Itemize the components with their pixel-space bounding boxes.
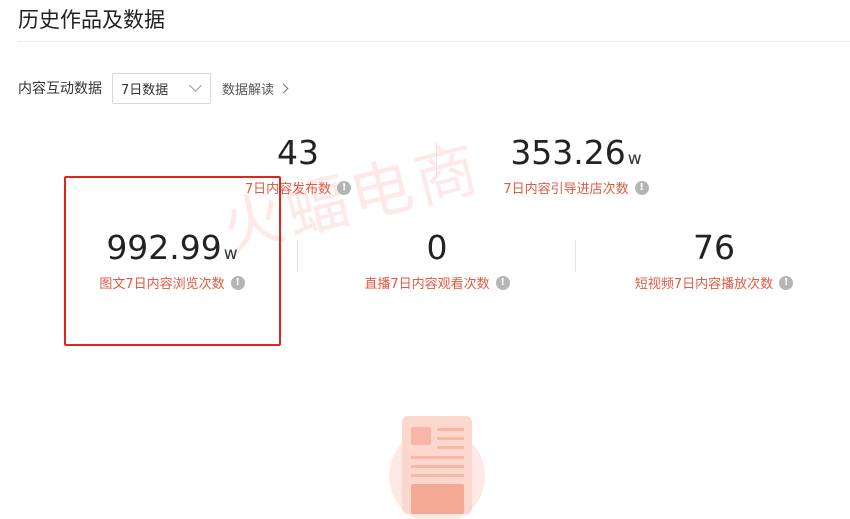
metric-published-value: 43	[277, 133, 319, 172]
metric-store-visits-label: 7日内容引导进店次数	[503, 182, 629, 197]
document-illustration-icon	[385, 412, 489, 519]
metric-published-value-wrap: 43	[216, 136, 380, 169]
metric-store-visits: 353.26 w 7日内容引导进店次数 !	[478, 136, 674, 197]
metric-live-views-label: 直播7日内容观看次数	[364, 277, 490, 292]
metric-video-plays-value-wrap: 76	[604, 231, 824, 264]
metric-store-visits-value: 353.26	[510, 133, 626, 172]
metric-store-visits-label-row: 7日内容引导进店次数 !	[478, 178, 674, 197]
filter-label: 内容互动数据	[18, 81, 102, 97]
metric-video-plays-value: 76	[693, 228, 735, 267]
data-interpretation-label: 数据解读	[222, 82, 275, 98]
data-interpretation-link[interactable]: 数据解读	[222, 79, 289, 98]
metric-live-views-value-wrap: 0	[340, 231, 534, 264]
metric-live-views-label-row: 直播7日内容观看次数 !	[340, 273, 534, 292]
info-icon[interactable]: !	[634, 180, 649, 195]
info-icon[interactable]: !	[495, 275, 510, 290]
highlight-box	[64, 176, 281, 346]
divider	[297, 240, 298, 272]
metric-video-plays: 76 短视频7日内容播放次数 !	[604, 231, 824, 292]
document-illustration-svg	[389, 416, 485, 519]
filter-row: 内容互动数据 7日数据 数据解读	[18, 72, 289, 104]
metric-live-views-value: 0	[426, 228, 448, 267]
chevron-down-icon	[189, 79, 202, 92]
chevron-right-icon	[278, 83, 289, 93]
metric-store-visits-unit: w	[627, 149, 642, 169]
divider	[575, 240, 576, 272]
metric-store-visits-value-wrap: 353.26 w	[478, 136, 674, 169]
title-divider	[18, 41, 850, 42]
metric-video-plays-label-row: 短视频7日内容播放次数 !	[604, 273, 824, 292]
info-icon[interactable]: !	[779, 275, 794, 290]
divider	[436, 143, 437, 177]
page-title: 历史作品及数据	[18, 8, 165, 32]
period-select[interactable]: 7日数据	[112, 72, 211, 104]
info-icon[interactable]: !	[337, 180, 352, 195]
metric-video-plays-label: 短视频7日内容播放次数	[634, 277, 774, 292]
metric-live-views: 0 直播7日内容观看次数 !	[340, 231, 534, 292]
period-select-value: 7日数据	[121, 82, 169, 98]
